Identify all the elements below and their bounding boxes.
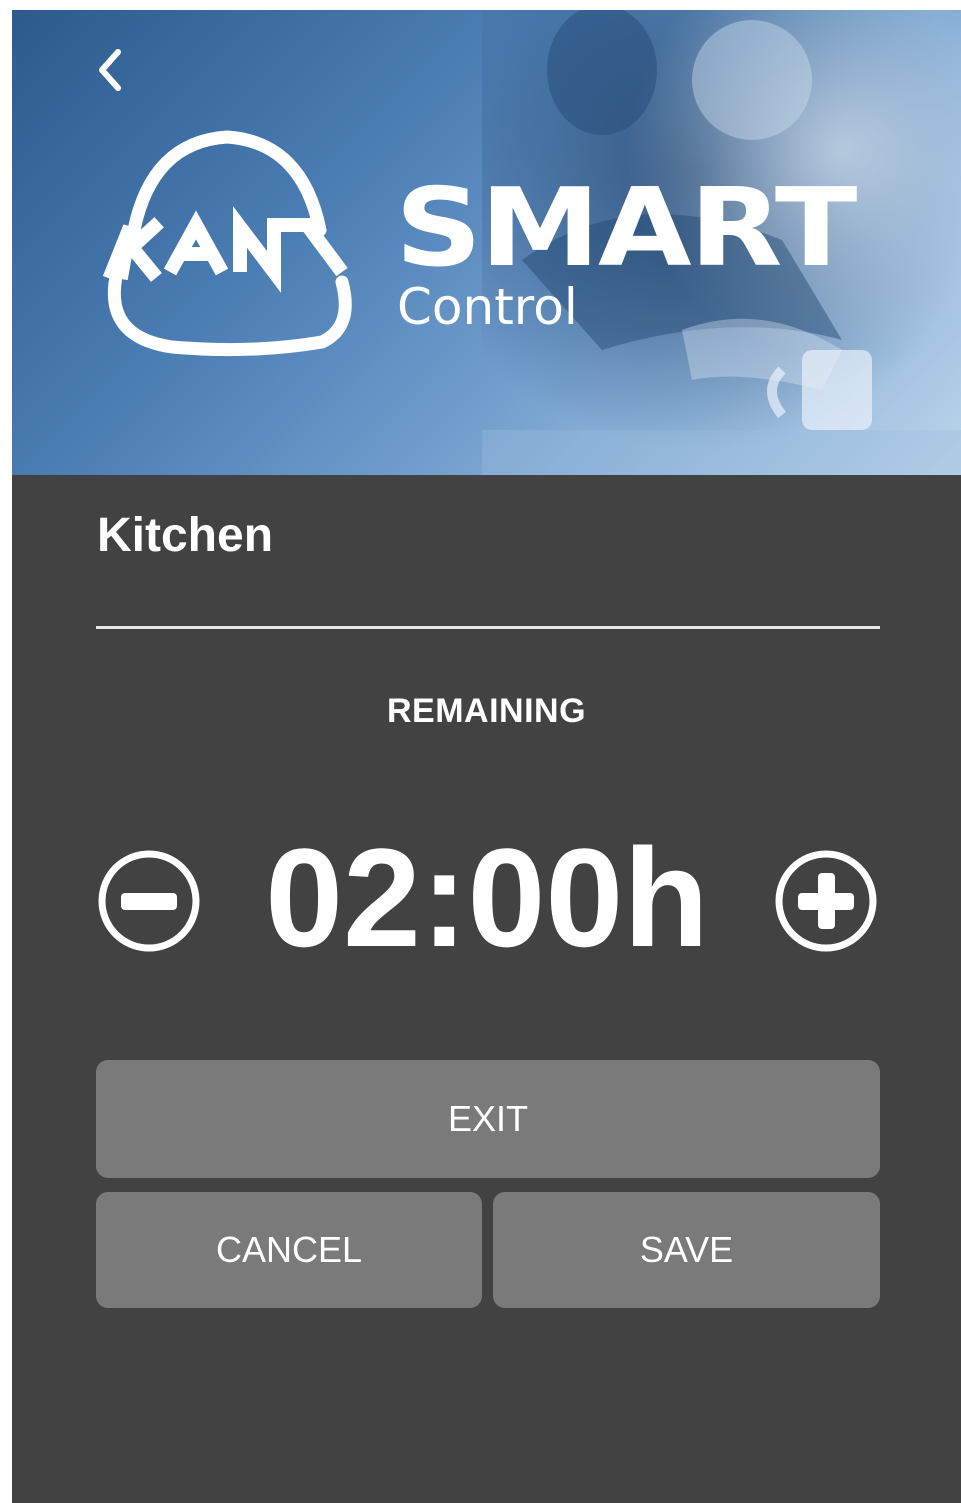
back-button[interactable] [90, 42, 134, 98]
minus-circle-icon [98, 850, 200, 952]
app-screen: SMART Control Kitchen REMAINING 02:00h E… [12, 10, 961, 1503]
brand-title: SMART [395, 166, 857, 291]
cancel-button[interactable]: CANCEL [96, 1192, 482, 1308]
brand-subtitle: Control [397, 278, 578, 336]
chevron-left-icon [99, 49, 121, 91]
save-button[interactable]: SAVE [493, 1192, 880, 1308]
remaining-label: REMAINING [386, 692, 587, 730]
room-title: Kitchen [97, 509, 274, 562]
time-remaining-value: 02:00h [265, 819, 709, 976]
decrease-time-button[interactable] [96, 848, 202, 954]
kan-logo-icon [102, 130, 352, 357]
divider [96, 626, 880, 629]
increase-time-button[interactable] [773, 848, 879, 954]
header-banner: SMART Control [12, 10, 961, 475]
plus-circle-icon [775, 850, 877, 952]
exit-button[interactable]: EXIT [96, 1060, 880, 1178]
